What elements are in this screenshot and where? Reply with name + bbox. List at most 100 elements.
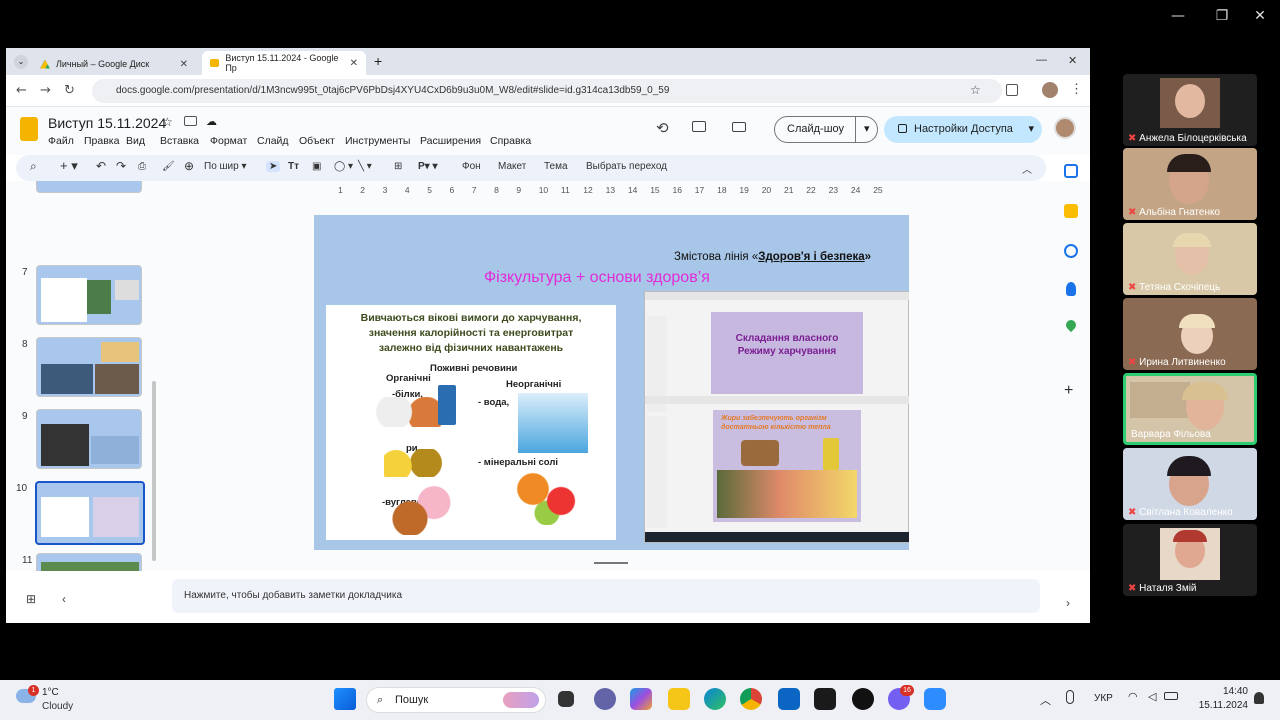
- tiktok-icon[interactable]: [852, 688, 874, 710]
- edge-icon[interactable]: [704, 688, 726, 710]
- wifi-icon[interactable]: ◠: [1128, 690, 1138, 703]
- tab-slides[interactable]: Виступ 15.11.2024 - Google Пр ✕: [202, 51, 366, 75]
- clock-time[interactable]: 14:40: [1196, 686, 1248, 697]
- tasks-icon[interactable]: [1064, 244, 1078, 258]
- star-icon[interactable]: ☆: [162, 115, 173, 129]
- participant-tile[interactable]: ✖ Альбіна Гнатенко: [1123, 148, 1257, 220]
- slide-thumb-9[interactable]: [36, 409, 142, 469]
- redo-icon[interactable]: ↷: [116, 159, 126, 173]
- move-folder-icon[interactable]: [184, 116, 197, 126]
- filmstrip-scrollbar[interactable]: [152, 381, 156, 561]
- document-title[interactable]: Виступ 15.11.2024: [48, 115, 166, 131]
- maximize-icon[interactable]: ❐: [1212, 8, 1232, 24]
- keep-icon[interactable]: [1064, 204, 1078, 218]
- volume-icon[interactable]: ◁: [1148, 690, 1156, 703]
- comment-add-icon[interactable]: ⊞: [394, 161, 402, 172]
- chrome-icon[interactable]: [740, 688, 762, 710]
- clock-date[interactable]: 15.11.2024: [1190, 700, 1248, 711]
- collapse-toolbar-icon[interactable]: ︿: [1022, 161, 1032, 176]
- menu-item[interactable]: Расширения: [420, 135, 481, 147]
- notes-resize-handle[interactable]: [594, 562, 628, 564]
- expand-side-panel-icon[interactable]: ›: [1066, 596, 1070, 610]
- store-icon[interactable]: [778, 688, 800, 710]
- slide-thumb-8[interactable]: [36, 337, 142, 397]
- menu-item[interactable]: Вставка: [160, 135, 199, 147]
- microphone-icon[interactable]: [1066, 690, 1074, 704]
- notification-bell-icon[interactable]: [1254, 692, 1264, 704]
- menu-item[interactable]: Слайд: [257, 135, 289, 147]
- close-tab-icon[interactable]: ✕: [350, 58, 358, 69]
- task-view-icon[interactable]: [558, 691, 574, 707]
- menu-item[interactable]: Справка: [490, 135, 531, 147]
- participant-tile[interactable]: ✖ Світлана Коваленко: [1123, 448, 1257, 520]
- print-icon[interactable]: ⎙: [138, 161, 146, 172]
- background-button[interactable]: Фон: [462, 161, 481, 172]
- profile-avatar[interactable]: [1042, 82, 1058, 98]
- menu-item[interactable]: Формат: [210, 135, 247, 147]
- extensions-icon[interactable]: [1006, 84, 1018, 96]
- zoom-select[interactable]: По шир ▾: [204, 161, 247, 172]
- slide-thumb-6[interactable]: [36, 181, 142, 193]
- current-slide[interactable]: Змістова лінія «Здоров'я і безпека» Фізк…: [314, 215, 909, 550]
- layout-button[interactable]: Макет: [498, 161, 526, 172]
- select-tool-icon[interactable]: ➤: [266, 161, 281, 172]
- add-addon-icon[interactable]: +: [1064, 382, 1073, 400]
- browser-close-icon[interactable]: ✕: [1068, 54, 1077, 67]
- text-box-icon[interactable]: Tт: [288, 161, 299, 172]
- paint-format-icon[interactable]: 🖌: [162, 161, 175, 172]
- slideshow-button[interactable]: Слайд-шоу ▾: [774, 116, 878, 143]
- menu-item[interactable]: Объект: [299, 135, 335, 147]
- new-tab-button[interactable]: +: [374, 53, 382, 69]
- theme-button[interactable]: Тема: [544, 161, 568, 172]
- back-icon[interactable]: ←: [16, 83, 27, 98]
- menu-item[interactable]: Правка: [84, 135, 119, 147]
- forward-icon[interactable]: →: [40, 83, 51, 98]
- collapse-filmstrip-icon[interactable]: ‹: [62, 592, 66, 606]
- language-indicator[interactable]: УКР: [1094, 693, 1113, 704]
- taskbar-search[interactable]: ⌕ Пошук: [366, 687, 546, 713]
- contacts-icon[interactable]: [1066, 282, 1076, 296]
- bookmark-star-icon[interactable]: ☆: [970, 83, 981, 97]
- image-icon[interactable]: ▣: [312, 161, 321, 172]
- slide-thumb-11[interactable]: [36, 553, 142, 571]
- slide-thumb-7[interactable]: [36, 265, 142, 325]
- tab-search-icon[interactable]: ⌄: [14, 55, 28, 69]
- minimize-icon[interactable]: —: [1168, 8, 1188, 24]
- url-field[interactable]: docs.google.com/presentation/d/1M3ncw995…: [92, 79, 1002, 103]
- participant-tile[interactable]: ✖ Тетяна Скочіпець: [1123, 223, 1257, 295]
- teams-icon[interactable]: [594, 688, 616, 710]
- copilot-icon[interactable]: [630, 688, 652, 710]
- browser-minimize-icon[interactable]: —: [1036, 54, 1047, 66]
- shape-icon[interactable]: ◯ ▾: [334, 161, 353, 172]
- close-tab-icon[interactable]: ✕: [180, 59, 188, 70]
- file-explorer-icon[interactable]: [668, 688, 690, 710]
- menu-item[interactable]: Вид: [126, 135, 145, 147]
- participant-tile[interactable]: ✖ Анжела Білоцерківська: [1123, 74, 1257, 146]
- menu-item[interactable]: Инструменты: [345, 135, 410, 147]
- zoom-icon[interactable]: ⊕: [184, 159, 194, 173]
- reload-icon[interactable]: ↻: [64, 83, 75, 98]
- history-icon[interactable]: ⟲: [656, 119, 669, 137]
- new-slide-icon[interactable]: + ▾: [60, 158, 78, 174]
- line-icon[interactable]: ╲ ▾: [358, 161, 372, 172]
- comments-icon[interactable]: [692, 121, 706, 132]
- participant-tile[interactable]: ✖ Наталя Змій: [1123, 524, 1257, 596]
- transition-button[interactable]: Выбрать переход: [586, 161, 667, 172]
- menu-item[interactable]: Файл: [48, 135, 74, 147]
- participant-tile-active[interactable]: Варвара Фільова: [1123, 373, 1257, 445]
- tab-drive[interactable]: Личный – Google Диск ✕: [32, 52, 196, 76]
- meet-icon[interactable]: [732, 122, 746, 132]
- calendar-icon[interactable]: [1064, 164, 1078, 178]
- zoom-icon[interactable]: [924, 688, 946, 710]
- share-button[interactable]: Настройки Доступа ▾: [884, 116, 1042, 143]
- start-icon[interactable]: [334, 688, 356, 710]
- slide-thumb-10[interactable]: [35, 481, 145, 545]
- participant-tile[interactable]: ✖ Ирина Литвиненко: [1123, 298, 1257, 370]
- pen-icon[interactable]: Р▾ ▾: [418, 161, 438, 172]
- browser-menu-icon[interactable]: ⋮: [1070, 81, 1083, 97]
- account-avatar[interactable]: [1054, 117, 1076, 139]
- search-menus-icon[interactable]: ⌕: [30, 159, 37, 174]
- slides-logo-icon[interactable]: [20, 117, 38, 141]
- undo-icon[interactable]: ↶: [96, 159, 106, 173]
- close-icon[interactable]: ✕: [1250, 8, 1270, 24]
